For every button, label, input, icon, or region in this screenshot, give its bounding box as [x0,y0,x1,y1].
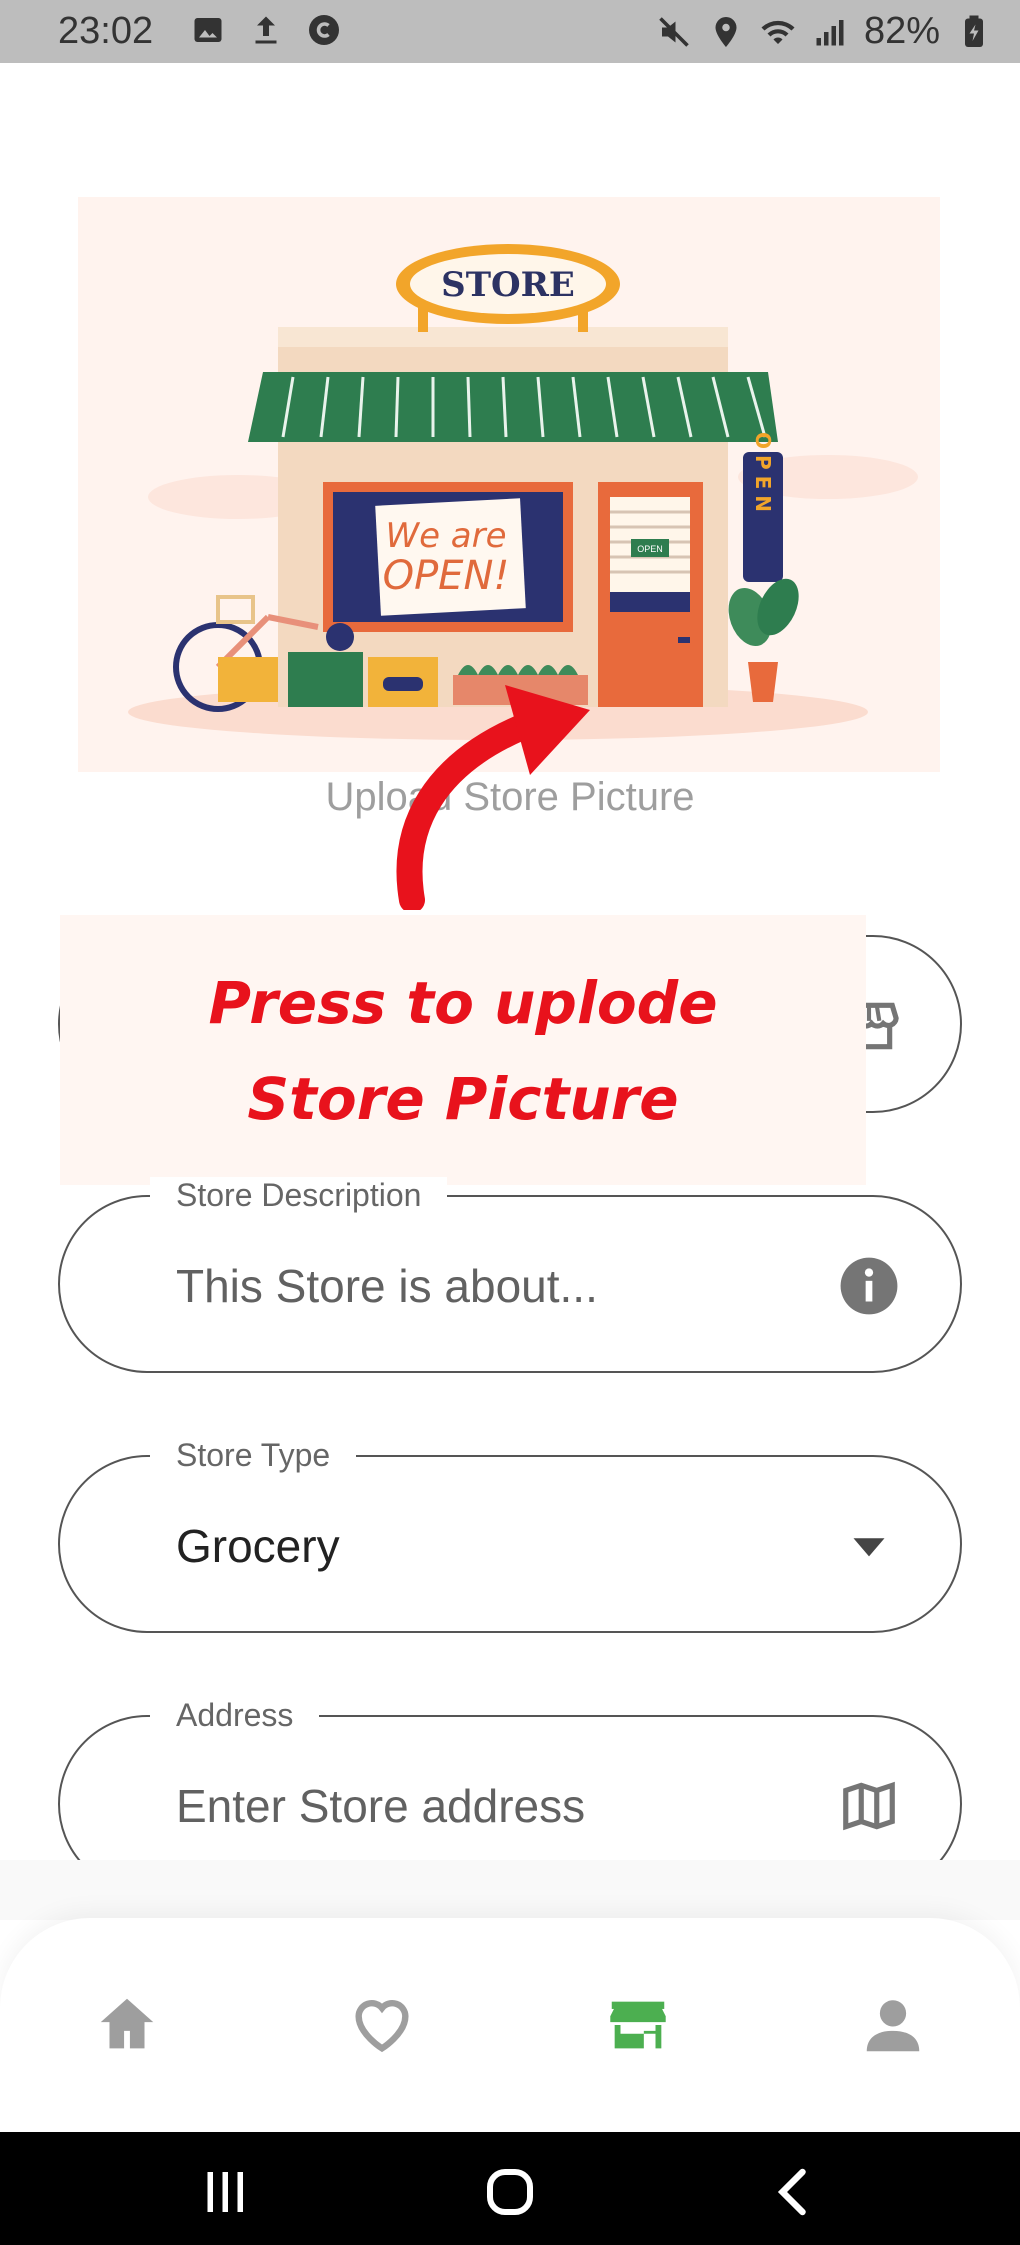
door-sign-text: OPEN [637,544,663,554]
store-description-placeholder[interactable]: This Store is about... [176,1259,598,1313]
signal-icon [816,19,844,45]
map-icon [843,1781,895,1831]
battery-percent: 82% [863,10,940,52]
gallery-icon [194,18,222,42]
dropdown-arrow-icon[interactable] [838,1515,900,1577]
home-icon[interactable] [92,1990,162,2060]
location-icon [715,16,737,47]
recent-apps-icon[interactable] [195,2162,255,2222]
info-icon [840,1257,898,1315]
home-button-icon[interactable] [480,2162,540,2222]
store-description-label: Store Description [150,1177,448,1214]
poster-line1: We are [385,516,506,556]
system-navigation-bar [0,2132,1020,2245]
address-placeholder[interactable]: Enter Store address [176,1779,585,1833]
favorites-icon[interactable] [347,1990,417,2060]
status-bar: 23:02 82% [0,0,1020,63]
profile-icon[interactable] [858,1990,928,2060]
status-time: 23:02 [58,10,154,52]
bottom-navigation [0,1918,1020,2132]
arrow-annotation-icon [396,685,590,910]
callout-line2: Store Picture [247,1065,679,1133]
address-label: Address [150,1697,320,1734]
app-c-icon [309,15,339,45]
instruction-callout: Press to uplode Store Picture [60,915,866,1185]
wifi-icon [761,20,795,44]
store-sign-text: STORE [441,265,575,305]
store-icon[interactable] [603,1990,673,2060]
back-icon[interactable] [765,2162,825,2222]
store-type-value[interactable]: Grocery [176,1519,340,1573]
store-type-dropdown[interactable]: Store Type Grocery [58,1437,962,1633]
upload-icon [255,16,277,44]
store-type-label: Store Type [150,1437,357,1474]
scroll-fade [0,1860,1020,1920]
callout-line1: Press to uplode [208,969,718,1037]
vertical-open-sign: OPEN [751,432,775,518]
mute-icon [659,16,689,47]
store-description-field[interactable]: Store Description This Store is about... [58,1177,962,1373]
poster-line2: OPEN! [383,553,510,599]
battery-icon [965,15,983,47]
